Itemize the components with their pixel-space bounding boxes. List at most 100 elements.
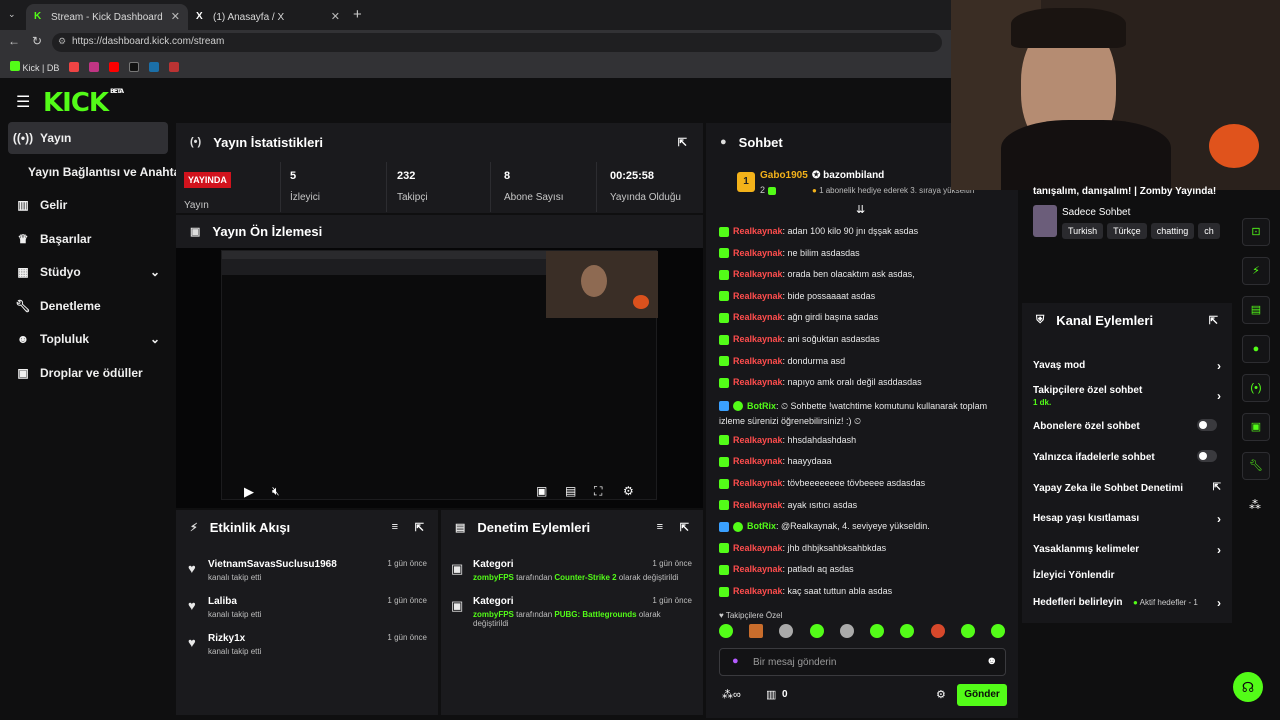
sidebar-item-denetleme[interactable]: 🔧︎ Denetleme [8,290,168,322]
emoji-icon[interactable]: ☻ [986,655,998,667]
chat-username[interactable]: BotRix [747,521,776,531]
popout-icon[interactable]: ⇱ [1209,314,1218,327]
emote-icon[interactable] [809,624,824,638]
mod-user[interactable]: zombyFPS [473,573,514,582]
emote-icon[interactable] [870,624,885,638]
sidebar-item-basarilar[interactable]: ♛ Başarılar [8,223,168,255]
chat-input[interactable]: ● Bir mesaj gönderin ☻ [719,648,1006,676]
tab-list-icon[interactable]: ⌄ [8,9,16,20]
tag-pill[interactable]: Turkish [1062,223,1104,239]
menu-icon[interactable]: ☰ [16,92,30,112]
emote-icon[interactable] [779,624,794,638]
chat-settings-icon[interactable]: ⚙ [936,688,946,701]
bookmark-icon[interactable] [169,61,180,72]
emote-icon[interactable] [749,624,764,638]
chat-username[interactable]: Realkaynak [733,456,783,466]
chat-username[interactable]: Realkaynak [733,478,783,488]
chat-username[interactable]: Realkaynak [733,586,783,596]
chat-username[interactable]: Realkaynak [733,226,783,236]
popout-icon[interactable]: ⇱ [678,136,687,149]
tab-x[interactable]: X (1) Anasayfa / X ✕ [188,4,348,30]
tag-pill[interactable]: chatting [1150,223,1195,239]
emotes-only-toggle[interactable] [1197,450,1217,462]
chat-button[interactable]: ● [1242,335,1270,363]
points-icon[interactable]: ▥ [766,688,776,701]
action-ai-moderation[interactable]: Yapay Zeka ile Sohbet Denetimi ⇱ [1033,482,1221,494]
instagram-icon[interactable] [89,61,100,72]
chat-username[interactable]: Realkaynak [733,269,783,279]
chat-username[interactable]: Realkaynak [733,435,783,445]
pinned-user2[interactable]: ✪ bazombiland [812,170,884,181]
infinity-icon[interactable]: ⁂∞ [722,688,741,701]
emote-icon[interactable] [839,624,854,638]
sidebar-item-droplar[interactable]: ▣ Droplar ve ödüller [8,357,168,389]
chat-username[interactable]: Realkaynak [733,312,783,322]
action-slow-mode[interactable]: Yavaş mod › [1033,359,1221,373]
support-button[interactable]: ☊ [1233,672,1263,702]
stream-manager-button[interactable]: ▣ [1242,413,1270,441]
mod-view-button[interactable]: ⊡ [1242,218,1270,246]
youtube-icon[interactable] [109,61,120,72]
bookmark-icon[interactable] [69,61,80,72]
fullscreen-icon[interactable]: ⛶ [594,484,602,499]
settings-icon[interactable]: ⚙ [623,484,634,498]
play-icon[interactable]: ▶ [244,484,254,500]
action-account-age[interactable]: Hesap yaşı kısıtlaması › [1033,512,1221,526]
emote-icon[interactable] [719,624,733,638]
mod-category[interactable]: Counter-Strike 2 [554,573,616,582]
notes-button[interactable]: ▤ [1242,296,1270,324]
chat-username[interactable]: Realkaynak [733,564,783,574]
emote-icon[interactable] [960,624,975,638]
popout-icon[interactable]: ⇱ [415,521,424,534]
category-thumbnail[interactable] [1033,205,1057,237]
site-info-icon[interactable]: ⚙ [58,36,66,47]
pinned-user[interactable]: Gabo1905 [760,170,808,181]
chat-username[interactable]: Realkaynak [733,500,783,510]
chat-username[interactable]: Realkaynak [733,543,783,553]
stream-category[interactable]: Sadece Sohbet [1062,207,1130,218]
url-input[interactable]: ⚙ https://dashboard.kick.com/stream [52,33,942,52]
send-button[interactable]: Gönder [957,684,1007,706]
filter-icon[interactable]: ≡ [657,521,663,533]
chat-username[interactable]: Realkaynak [733,356,783,366]
tab-kick-dashboard[interactable]: K Stream - Kick Dashboard ✕ [26,4,188,30]
popout-icon[interactable]: ⇱ [680,521,689,534]
close-tab-icon[interactable]: ✕ [171,10,180,23]
expand-icon[interactable]: ⇊ [856,203,865,216]
action-host[interactable]: İzleyici Yönlendir [1033,570,1221,581]
emote-icon[interactable] [930,624,945,638]
tag-pill[interactable]: ch [1198,223,1220,239]
chat-username[interactable]: BotRix [747,401,776,411]
tag-pill[interactable]: Türkçe [1107,223,1147,239]
mod-user[interactable]: zombyFPS [473,610,514,619]
miniplayer-icon[interactable]: ▣ [536,484,547,498]
action-followers-only[interactable]: Takipçilere özel sohbet 1 dk. › [1033,385,1221,407]
chat-username[interactable]: Realkaynak [733,291,783,301]
chat-username[interactable]: Realkaynak [733,248,783,258]
emote-icon[interactable] [900,624,915,638]
mod-category[interactable]: PUBG: Battlegrounds [554,610,636,619]
kick-logo[interactable]: KICK BETA [43,88,124,118]
broadcast-button[interactable]: (•) [1242,374,1270,402]
sidebar-item-gelir[interactable]: ▥ Gelir [8,189,168,221]
action-goals[interactable]: Hedefleri belirleyin ● Aktif hedefler - 1… [1033,596,1221,610]
steam-icon[interactable] [149,61,160,72]
emote-icon[interactable] [990,624,1005,638]
subscribers-only-toggle[interactable] [1197,419,1217,431]
sidebar-item-stream-key[interactable]: Yayın Bağlantısı ve Anahtarı [28,156,188,188]
filter-icon[interactable]: ≡ [392,521,398,533]
back-icon[interactable]: ← [8,34,20,48]
sidebar-item-topluluk[interactable]: ☻ Topluluk ⌄ [8,323,168,355]
mic-icon[interactable]: ● [732,655,739,667]
reload-icon[interactable]: ↻ [32,34,42,48]
mute-icon[interactable]: 🔇︎ [272,484,280,499]
chat-username[interactable]: Realkaynak [733,334,783,344]
more-icon[interactable]: ⁂ [1249,498,1261,512]
action-banned-words[interactable]: Yasaklanmış kelimeler › [1033,543,1221,557]
bookmark-kick[interactable]: Kick | DB [10,60,59,73]
x-icon[interactable] [129,61,140,72]
theater-icon[interactable]: ▤ [565,484,576,498]
new-tab-icon[interactable]: + [353,6,362,23]
sidebar-item-studyo[interactable]: ▦ Stüdyo ⌄ [8,256,168,288]
close-tab-icon[interactable]: ✕ [331,10,340,23]
